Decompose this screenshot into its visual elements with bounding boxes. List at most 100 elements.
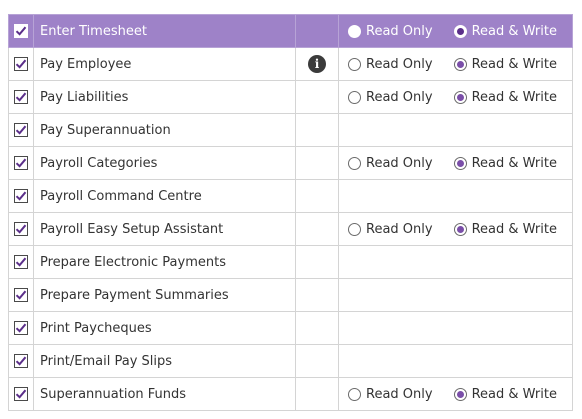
table-row[interactable]: Payroll Command Centre [8,179,573,213]
row-checkbox-cell [8,80,34,114]
read-only-radio[interactable] [348,90,361,104]
read-only-option[interactable]: Read Only [348,24,433,39]
row-label: Prepare Payment Summaries [33,278,296,312]
permission-cell [338,113,573,147]
row-label: Payroll Easy Setup Assistant [33,212,296,246]
row-checkbox[interactable] [14,255,28,269]
row-checkbox[interactable] [14,189,28,203]
read-write-radio[interactable] [453,90,467,104]
row-checkbox[interactable] [14,387,28,401]
info-cell [295,377,339,411]
row-checkbox[interactable] [14,156,28,170]
read-write-option[interactable]: Read & Write [453,23,557,39]
read-only-radio[interactable] [348,156,361,170]
info-cell [295,278,339,312]
row-checkbox[interactable] [14,354,28,368]
row-label: Pay Liabilities [33,80,296,114]
info-cell [295,80,339,114]
table-row[interactable]: Prepare Payment Summaries [8,278,573,312]
table-row[interactable]: Pay Superannuation [8,113,573,147]
row-label: Enter Timesheet [33,14,296,48]
info-cell [295,14,339,48]
read-write-label: Read & Write [471,155,557,171]
read-only-option[interactable]: Read Only [348,387,433,402]
info-icon[interactable]: i [308,55,326,73]
row-checkbox[interactable] [14,24,28,38]
row-checkbox-cell [8,278,34,312]
table-row[interactable]: Pay Liabilities Read Only Read & Write [8,80,573,114]
table-row[interactable]: Print Paycheques [8,311,573,345]
read-write-radio[interactable] [453,57,467,71]
read-write-label: Read & Write [471,89,557,105]
info-cell [295,311,339,345]
read-only-radio[interactable] [348,24,361,38]
read-write-option[interactable]: Read & Write [453,155,557,171]
permissions-table: Enter Timesheet Read Only Read & Write P… [8,14,573,411]
info-cell: i [295,47,339,81]
read-only-option[interactable]: Read Only [348,222,433,237]
read-write-option[interactable]: Read & Write [453,387,557,402]
row-checkbox-cell [8,179,34,213]
read-only-label: Read Only [366,386,433,402]
permission-cell [338,179,573,213]
row-checkbox[interactable] [14,123,28,137]
permission-cell [338,311,573,345]
read-only-option[interactable]: Read Only [348,156,433,171]
permission-cell: Read Only Read & Write [338,212,573,246]
read-write-label: Read & Write [471,221,557,237]
table-row[interactable]: Prepare Electronic Payments [8,245,573,279]
row-checkbox-cell [8,146,34,180]
row-label: Pay Employee [33,47,296,81]
row-checkbox-cell [8,377,34,411]
info-cell [295,146,339,180]
row-checkbox-cell [8,311,34,345]
row-checkbox-cell [8,47,34,81]
read-only-label: Read Only [366,56,433,72]
row-label: Superannuation Funds [33,377,296,411]
row-label: Print/Email Pay Slips [33,344,296,378]
read-write-option[interactable]: Read & Write [453,221,557,237]
read-only-radio[interactable] [348,57,361,71]
row-label: Prepare Electronic Payments [33,245,296,279]
read-write-option[interactable]: Read & Write [453,89,557,105]
row-checkbox-cell [8,344,34,378]
read-write-option[interactable]: Read & Write [453,56,557,72]
read-only-option[interactable]: Read Only [348,90,433,105]
row-checkbox[interactable] [14,90,28,104]
row-checkbox-cell [8,245,34,279]
read-write-radio[interactable] [453,222,467,236]
row-label: Pay Superannuation [33,113,296,147]
read-write-radio[interactable] [453,156,467,170]
row-checkbox[interactable] [14,288,28,302]
read-only-label: Read Only [366,89,433,105]
row-label: Payroll Categories [33,146,296,180]
read-only-label: Read Only [366,221,433,237]
read-write-radio[interactable] [453,24,467,38]
read-only-radio[interactable] [348,222,361,236]
table-row[interactable]: Pay Employee i Read Only Read & Write [8,47,573,81]
table-row[interactable]: Enter Timesheet Read Only Read & Write [8,14,573,48]
row-checkbox-cell [8,14,34,48]
permission-cell [338,278,573,312]
row-checkbox[interactable] [14,57,28,71]
table-row[interactable]: Print/Email Pay Slips [8,344,573,378]
table-row[interactable]: Payroll Categories Read Only Read & Writ… [8,146,573,180]
info-cell [295,212,339,246]
row-checkbox-cell [8,212,34,246]
info-cell [295,344,339,378]
permission-cell [338,344,573,378]
permission-cell [338,245,573,279]
read-write-label: Read & Write [471,23,557,39]
permission-cell: Read Only Read & Write [338,377,573,411]
read-write-radio[interactable] [453,387,467,401]
table-row[interactable]: Payroll Easy Setup Assistant Read Only R… [8,212,573,246]
row-label: Payroll Command Centre [33,179,296,213]
read-only-label: Read Only [366,155,433,171]
read-only-option[interactable]: Read Only [348,57,433,72]
read-only-radio[interactable] [348,387,361,401]
read-write-label: Read & Write [471,56,557,72]
row-checkbox[interactable] [14,321,28,335]
permission-cell: Read Only Read & Write [338,14,573,48]
table-row[interactable]: Superannuation Funds Read Only Read & Wr… [8,377,573,411]
row-checkbox[interactable] [14,222,28,236]
